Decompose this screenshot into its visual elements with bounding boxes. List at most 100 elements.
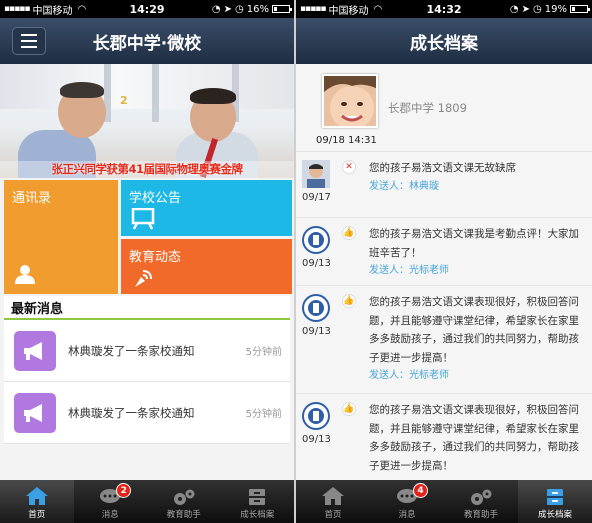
latest-news-heading: 最新消息 [4, 296, 290, 320]
tab-messages[interactable]: 4 消息 [370, 480, 444, 523]
growth-archive-screen: ▪▪▪▪▪ 中国移动 ◠ 14:32 ◔ ➤ ◷ 19% 成长档案 长郡中学 1… [296, 0, 592, 523]
tab-label: 消息 [101, 510, 119, 520]
tile-notice[interactable]: 学校公告 [121, 180, 292, 236]
battery-icon [570, 5, 590, 13]
megaphone-icon [14, 392, 56, 433]
broadcast-icon [135, 270, 152, 287]
tab-messages[interactable]: 2 消息 [74, 480, 148, 523]
tab-label: 首页 [28, 510, 46, 520]
message-time: 5分钟前 [245, 409, 282, 420]
person-icon [15, 265, 35, 284]
thumbs-up-icon: 👍 [342, 402, 356, 416]
student-name: 长郡中学 1809 [388, 101, 467, 115]
news-banner[interactable]: 2 张正兴同学获第41届国际物理奥赛金牌 [0, 64, 294, 178]
archive-icon [249, 489, 266, 505]
tab-home[interactable]: 首页 [296, 480, 370, 523]
entry-date: 09/13 [302, 326, 331, 337]
tile-notice-label: 学校公告 [129, 191, 182, 206]
location-icon: ➤ [223, 3, 233, 15]
megaphone-icon [14, 330, 56, 371]
timeline-entry[interactable]: 👍 09/13 您的孩子易浩文语文课表现很好，积极回答问题，并且能够遵守课堂纪律… [296, 286, 592, 394]
lock-rotation-icon: ◔ [211, 3, 221, 15]
alarm-icon: ◷ [533, 3, 542, 15]
tile-news[interactable]: 教育动态 [121, 239, 292, 294]
message-time: 5分钟前 [245, 347, 282, 358]
alarm-icon: ◷ [235, 3, 244, 15]
tile-contacts[interactable]: 通讯录 [4, 180, 118, 294]
timeline-entry[interactable]: 👍 09/13 您的孩子易浩文语文课我是考勤点评！大家加班辛苦了！ 发送人：光标… [296, 218, 592, 286]
entry-text: 您的孩子易浩文语文课我是考勤点评！大家加班辛苦了！ [369, 228, 579, 259]
carrier-label: 中国移动 [328, 5, 369, 17]
nav-bar: 成长档案 [296, 18, 592, 64]
entry-text: 您的孩子易浩文语文课表现很好，积极回答问题，并且能够遵守课堂纪律，希望家长在家里… [369, 296, 579, 364]
tab-home[interactable]: 首页 [0, 480, 74, 523]
tab-label: 消息 [398, 510, 416, 520]
tab-label: 教育助手 [463, 510, 498, 520]
signal-icon: ▪▪▪▪▪ [300, 4, 326, 14]
home-icon [25, 487, 48, 505]
message-text: 林典璇发了一条家校通知 [68, 343, 195, 358]
status-bar: ▪▪▪▪▪ 中国移动 ◠ 14:32 ◔ ➤ ◷ 19% [296, 0, 592, 18]
unread-badge: 4 [413, 483, 428, 498]
tab-bar: 首页 4 消息 教育助手 成长档案 [296, 480, 592, 523]
location-icon: ➤ [521, 3, 531, 15]
tile-news-label: 教育动态 [129, 250, 182, 265]
entry-sender: 发送人：光标老师 [369, 370, 449, 381]
lock-rotation-icon: ◔ [509, 3, 519, 15]
absent-icon: ✕ [342, 160, 356, 174]
tab-label: 成长档案 [240, 510, 275, 520]
battery-level [572, 7, 575, 11]
gears-icon [471, 489, 492, 505]
latest-news-list: 林典璇发了一条家校通知 5分钟前 林典璇发了一条家校通知 5分钟前 [4, 320, 290, 444]
nav-bar: 长郡中学·微校 [0, 18, 294, 64]
battery-percent: 19% [544, 3, 567, 15]
student-avatar[interactable] [322, 74, 378, 128]
tab-label: 成长档案 [537, 510, 572, 520]
battery-percent: 16% [246, 3, 269, 15]
menu-button[interactable] [12, 27, 46, 55]
unread-badge: 2 [116, 483, 132, 498]
entry-text: 您的孩子易浩文语文课无故缺席 [369, 162, 516, 174]
page-title: 成长档案 [410, 33, 478, 54]
home-icon [322, 487, 344, 505]
tab-archive[interactable]: 成长档案 [518, 480, 592, 523]
list-item[interactable]: 林典璇发了一条家校通知 5分钟前 [4, 382, 290, 444]
menu-icon [21, 34, 37, 36]
message-text: 林典璇发了一条家校通知 [68, 405, 195, 420]
carrier-label: 中国移动 [32, 5, 73, 17]
quick-tiles: 通讯录 学校公告 教育动态 [0, 180, 294, 294]
battery-level [274, 7, 277, 11]
entry-date: 09/13 [302, 258, 331, 269]
school-logo-icon [302, 402, 330, 430]
tab-assistant[interactable]: 教育助手 [444, 480, 518, 523]
wifi-icon: ◠ [77, 3, 87, 15]
list-item[interactable]: 林典璇发了一条家校通知 5分钟前 [4, 320, 290, 382]
tile-contacts-label: 通讯录 [12, 191, 52, 206]
archive-icon [547, 489, 563, 505]
tab-archive[interactable]: 成长档案 [221, 480, 295, 523]
profile-timestamp: 09/18 14:31 [316, 135, 377, 146]
teacher-avatar [302, 160, 330, 188]
entry-sender: 发送人：林典璇 [369, 180, 439, 192]
entry-text: 您的孩子易浩文语文课表现很好，积极回答问题，并且能够遵守课堂纪律，希望家长在家里… [369, 404, 579, 472]
tab-assistant[interactable]: 教育助手 [147, 480, 221, 523]
timeline: ✕ 09/17 您的孩子易浩文语文课无故缺席 发送人：林典璇 👍 09/13 您… [296, 152, 592, 484]
entry-date: 09/17 [302, 192, 331, 203]
tab-label: 首页 [324, 510, 342, 520]
signal-icon: ▪▪▪▪▪ [4, 4, 30, 14]
school-logo-icon [302, 294, 330, 322]
thumbs-up-icon: 👍 [342, 226, 356, 240]
student-profile: 长郡中学 1809 09/18 14:31 [296, 64, 592, 152]
gears-icon [173, 489, 195, 505]
wifi-icon: ◠ [373, 3, 383, 15]
school-logo-icon [302, 226, 330, 254]
tab-bar: 首页 2 消息 教育助手 成长档案 [0, 480, 294, 523]
entry-date: 09/13 [302, 434, 331, 445]
battery-icon [272, 5, 292, 13]
timeline-entry[interactable]: ✕ 09/17 您的孩子易浩文语文课无故缺席 发送人：林典璇 [296, 152, 592, 218]
banner-number: 2 [120, 94, 128, 107]
timeline-entry[interactable]: 👍 09/13 您的孩子易浩文语文课表现很好，积极回答问题，并且能够遵守课堂纪律… [296, 394, 592, 484]
thumbs-up-icon: 👍 [342, 294, 356, 308]
status-bar: ▪▪▪▪▪ 中国移动 ◠ 14:29 ◔ ➤ ◷ 16% [0, 0, 294, 18]
entry-sender: 发送人：光标老师 [369, 265, 449, 276]
